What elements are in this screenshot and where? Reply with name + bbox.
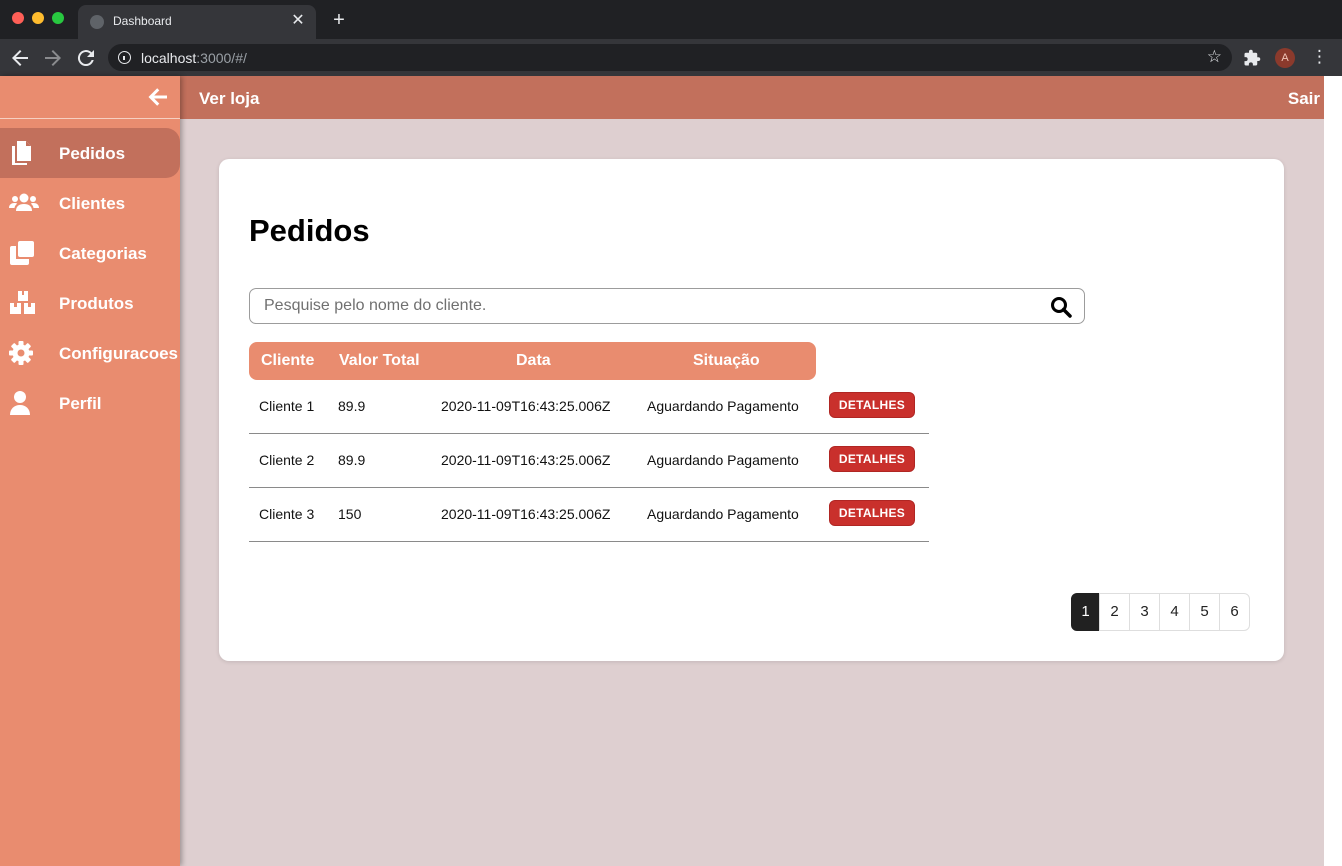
table-row: Cliente 3 150 2020-11-09T16:43:25.006Z A… xyxy=(249,488,929,542)
boxes-icon xyxy=(9,290,39,316)
page-button-1[interactable]: 1 xyxy=(1071,593,1100,631)
page-button-3[interactable]: 3 xyxy=(1129,593,1160,631)
sidebar-item-label: Clientes xyxy=(59,194,126,213)
cell-data: 2020-11-09T16:43:25.006Z xyxy=(441,452,611,468)
reload-icon[interactable] xyxy=(74,46,98,70)
column-header-data: Data xyxy=(516,352,551,369)
sidebar-item-produtos[interactable]: Produtos xyxy=(0,278,180,328)
globe-icon xyxy=(90,15,104,29)
top-bar: Ver loja Sair xyxy=(180,76,1324,119)
cell-situacao: Aguardando Pagamento xyxy=(647,452,799,468)
view-store-link[interactable]: Ver loja xyxy=(199,89,259,109)
clone-icon xyxy=(9,240,39,266)
column-header-cliente: Cliente xyxy=(261,352,315,369)
page-button-4[interactable]: 4 xyxy=(1159,593,1190,631)
extensions-icon[interactable] xyxy=(1243,49,1261,67)
maximize-window-button[interactable] xyxy=(52,12,64,24)
new-tab-icon[interactable]: + xyxy=(328,9,350,31)
page-button-6[interactable]: 6 xyxy=(1219,593,1250,631)
sidebar-item-categorias[interactable]: Categorias xyxy=(0,228,180,278)
page-button-5[interactable]: 5 xyxy=(1189,593,1220,631)
sidebar-item-pedidos[interactable]: Pedidos xyxy=(0,128,180,178)
details-button[interactable]: DETALHES xyxy=(829,446,915,472)
cell-cliente: Cliente 3 xyxy=(259,506,315,522)
tab-title: Dashboard xyxy=(113,14,172,28)
address-bar[interactable]: localhost:3000/#/ ☆ xyxy=(108,44,1232,71)
table-header: Cliente Valor Total Data Situação xyxy=(249,342,816,380)
browser-tab[interactable]: Dashboard ✕ xyxy=(78,5,316,39)
sidebar-item-label: Configuracoes xyxy=(59,344,179,363)
cell-valor: 89.9 xyxy=(338,398,366,414)
collapse-arrow-icon[interactable] xyxy=(146,85,170,109)
sidebar-item-configuracoes[interactable]: Configuracoes xyxy=(0,328,180,378)
scrollbar-track[interactable] xyxy=(1324,76,1342,866)
sidebar-item-label: Categorias xyxy=(59,244,147,263)
details-button[interactable]: DETALHES xyxy=(829,500,915,526)
close-tab-icon[interactable]: ✕ xyxy=(288,11,308,31)
cell-situacao: Aguardando Pagamento xyxy=(647,398,799,414)
cog-icon xyxy=(9,340,39,366)
browser-tab-bar: Dashboard ✕ + xyxy=(0,0,1342,39)
pagination: 1 2 3 4 5 6 xyxy=(1071,593,1250,631)
sidebar-item-clientes[interactable]: Clientes xyxy=(0,178,180,228)
cell-cliente: Cliente 2 xyxy=(259,452,315,468)
bookmark-star-icon[interactable]: ☆ xyxy=(1207,47,1222,67)
users-icon xyxy=(9,190,39,216)
page-button-2[interactable]: 2 xyxy=(1099,593,1130,631)
logout-link[interactable]: Sair xyxy=(1288,89,1320,109)
forward-icon[interactable] xyxy=(41,46,65,70)
sidebar-item-perfil[interactable]: Perfil xyxy=(0,378,180,428)
orders-card: Pedidos Cliente Valor Total Data Situaçã… xyxy=(219,159,1284,661)
details-button[interactable]: DETALHES xyxy=(829,392,915,418)
close-window-button[interactable] xyxy=(12,12,24,24)
sidebar-header xyxy=(0,76,180,119)
url-text[interactable]: localhost:3000/#/ xyxy=(141,50,247,66)
app-root: Pedidos Clientes Categorias Produtos Con xyxy=(0,76,1324,866)
profile-avatar[interactable]: A xyxy=(1275,48,1295,68)
browser-menu-icon[interactable]: ⋮ xyxy=(1311,47,1328,67)
search-icon[interactable] xyxy=(1050,296,1072,318)
table-row: Cliente 2 89.9 2020-11-09T16:43:25.006Z … xyxy=(249,434,929,488)
sidebar-item-label: Produtos xyxy=(59,294,134,313)
user-icon xyxy=(9,390,39,416)
browser-toolbar: localhost:3000/#/ ☆ A ⋮ xyxy=(0,39,1342,76)
cell-data: 2020-11-09T16:43:25.006Z xyxy=(441,398,611,414)
cell-data: 2020-11-09T16:43:25.006Z xyxy=(441,506,611,522)
search-input[interactable] xyxy=(264,296,1024,316)
sidebar: Pedidos Clientes Categorias Produtos Con xyxy=(0,76,180,866)
search-box xyxy=(249,288,1085,324)
column-header-situacao: Situação xyxy=(693,352,760,369)
copy-icon xyxy=(9,140,39,166)
table-row: Cliente 1 89.9 2020-11-09T16:43:25.006Z … xyxy=(249,380,929,434)
column-header-valor-total: Valor Total xyxy=(339,352,420,369)
minimize-window-button[interactable] xyxy=(32,12,44,24)
sidebar-item-label: Perfil xyxy=(59,394,102,413)
cell-valor: 89.9 xyxy=(338,452,366,468)
sidebar-item-label: Pedidos xyxy=(59,144,126,163)
back-icon[interactable] xyxy=(8,46,32,70)
page-title: Pedidos xyxy=(249,213,370,248)
cell-cliente: Cliente 1 xyxy=(259,398,315,414)
cell-situacao: Aguardando Pagamento xyxy=(647,506,799,522)
cell-valor: 150 xyxy=(338,506,362,522)
info-icon[interactable] xyxy=(118,51,131,64)
